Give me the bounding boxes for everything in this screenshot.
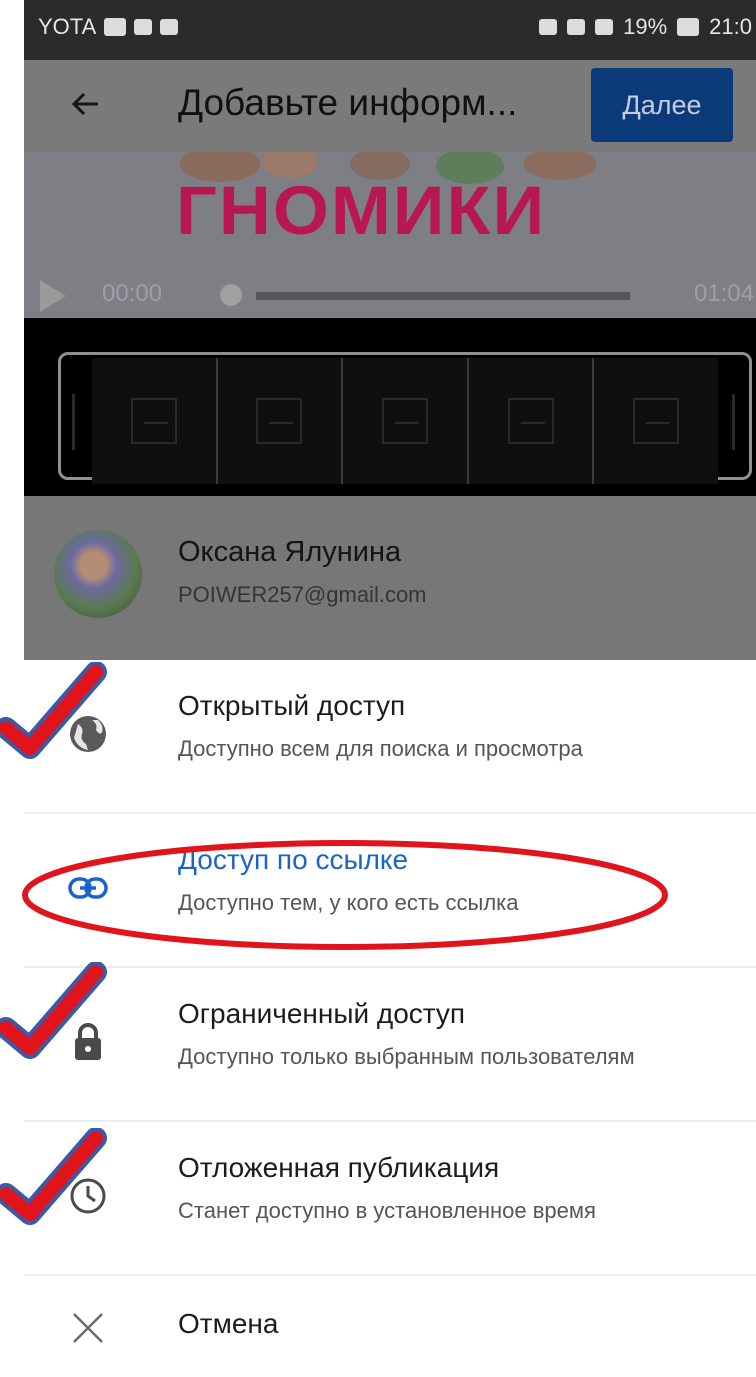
frame-thumb <box>468 358 595 484</box>
cancel-button[interactable]: Отмена <box>24 1278 756 1377</box>
mail-icon <box>104 18 127 36</box>
battery-icon <box>677 18 700 36</box>
image-placeholder-icon <box>381 398 428 444</box>
option-subtitle: Доступно только выбранным пользователям <box>178 1044 635 1069</box>
checkmark-annotation-icon <box>0 662 107 759</box>
frame-strip <box>92 358 718 486</box>
frame-thumb <box>594 358 718 484</box>
status-bar: YOTA 19% 21:0 <box>24 0 756 60</box>
close-icon <box>66 1306 110 1350</box>
carrier-label: YOTA <box>38 14 97 39</box>
option-title: Отложенная публикация <box>178 1152 500 1183</box>
account-name: Оксана Ялунина <box>178 536 402 568</box>
option-scheduled[interactable]: Отложенная публикация Станет доступно в … <box>24 1122 756 1276</box>
option-title: Ограниченный доступ <box>178 998 466 1029</box>
alarm-icon <box>539 19 558 35</box>
scrubber-handle[interactable] <box>220 284 242 306</box>
battery-percent: 19% <box>623 14 668 39</box>
video-controls: 00:00 01:04 <box>24 274 756 318</box>
option-title: Открытый доступ <box>178 690 406 721</box>
clock-time: 21:0 <box>709 14 752 39</box>
cancel-label: Отмена <box>178 1308 279 1339</box>
signal-icon <box>595 19 614 35</box>
video-trimmer <box>24 318 756 496</box>
wifi-icon <box>567 19 586 35</box>
visibility-sheet: Открытый доступ Доступно всем для поиска… <box>24 660 756 1377</box>
frame-thumb <box>217 358 344 484</box>
avatar <box>54 530 142 618</box>
back-arrow-icon[interactable] <box>64 82 108 126</box>
image-placeholder-icon <box>633 398 680 444</box>
account-email: POIWER257@gmail.com <box>178 582 427 607</box>
option-private[interactable]: Ограниченный доступ Доступно только выбр… <box>24 968 756 1122</box>
trim-handle-left[interactable] <box>72 394 75 450</box>
image-placeholder-icon <box>507 398 554 444</box>
status-left: YOTA <box>38 14 179 40</box>
thumbnail-title: ГНОМИКИ <box>176 173 547 249</box>
play-icon[interactable] <box>40 280 66 312</box>
trim-handle-right[interactable] <box>732 394 735 450</box>
option-subtitle: Станет доступно в установленное время <box>178 1198 596 1223</box>
option-public[interactable]: Открытый доступ Доступно всем для поиска… <box>24 660 756 814</box>
phone-screen: YOTA 19% 21:0 Добавьте информ... Далее Г… <box>24 0 756 1377</box>
frame-thumb <box>343 358 469 484</box>
page-title: Добавьте информ... <box>178 82 518 123</box>
status-right: 19% 21:0 <box>539 14 752 40</box>
notification-icon <box>160 19 179 35</box>
highlight-ellipse-annotation <box>22 840 668 950</box>
image-placeholder-icon <box>256 398 303 444</box>
app-bar: Добавьте информ... Далее <box>24 60 756 152</box>
next-button[interactable]: Далее <box>591 68 733 142</box>
checkmark-annotation-icon <box>0 962 107 1059</box>
time-current: 00:00 <box>102 280 163 307</box>
scrubber-track[interactable] <box>256 292 630 300</box>
time-total: 01:04 <box>693 280 754 307</box>
vk-icon <box>134 19 153 35</box>
account-row: Оксана Ялунина POIWER257@gmail.com <box>24 496 756 660</box>
video-preview[interactable]: ГНОМИКИ 00:00 01:04 <box>24 152 756 318</box>
option-subtitle: Доступно всем для поиска и просмотра <box>178 736 583 761</box>
image-placeholder-icon <box>130 398 177 444</box>
frame-thumb <box>92 358 218 484</box>
checkmark-annotation-icon <box>0 1128 107 1225</box>
